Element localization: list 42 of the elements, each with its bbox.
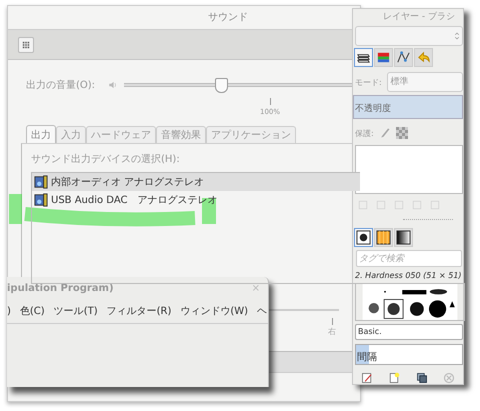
search-field[interactable]: タグで検索	[356, 250, 462, 267]
dock-tab[interactable]	[394, 48, 413, 68]
speaker-icon	[108, 80, 118, 90]
dock-tab[interactable]	[394, 228, 413, 248]
menu-item[interactable]: 色(C)	[20, 304, 45, 318]
window-title: レイヤー - ブラシ	[382, 10, 456, 24]
menu-item[interactable]: ツール(T)	[54, 304, 98, 318]
speaker-card-icon	[34, 193, 48, 207]
brush-grid-drawing[interactable]	[355, 282, 465, 322]
mode-label: モード:	[355, 76, 382, 88]
opacity-slider[interactable]: 不透明度	[353, 95, 463, 120]
duplicate-icon[interactable]	[416, 372, 428, 384]
dock-tab[interactable]	[354, 48, 373, 68]
path-icon	[396, 50, 411, 66]
undo-arrow-icon	[416, 50, 431, 66]
brush-name: 2. Hardness 050 (51 × 51)	[355, 270, 463, 280]
grid-icon	[22, 40, 30, 48]
apps-button[interactable]	[18, 36, 34, 52]
menu-item[interactable]: フィルター(R)	[106, 304, 172, 318]
section-label: サウンド出力デバイスの選択(H):	[31, 152, 181, 166]
new-document-icon[interactable]	[388, 372, 400, 384]
brush-icon[interactable]	[378, 127, 391, 140]
device-row[interactable]: 内部オーディオ アナログステレオ	[32, 173, 360, 191]
slider-thumb[interactable]	[214, 78, 228, 93]
window-title: ipulation Program)	[7, 282, 114, 294]
speaker-card-icon	[34, 175, 48, 189]
tag-field[interactable]: Basic.	[355, 324, 463, 340]
menu-item[interactable]: ウィンドウ(W)	[180, 304, 248, 318]
tick-label: 右	[328, 326, 336, 337]
dock-tab[interactable]	[354, 228, 373, 248]
pattern-icon	[376, 230, 391, 246]
dock-tab[interactable]	[374, 228, 393, 248]
checker-icon[interactable]	[396, 127, 408, 140]
edit-icon[interactable]	[360, 372, 373, 384]
resize-grip[interactable]	[403, 219, 453, 222]
menu-item[interactable]: ヘ	[257, 304, 268, 318]
volume-label: 出力の音量(O):	[26, 78, 96, 92]
spacing-slider[interactable]: 間隔	[355, 344, 463, 366]
menu-item[interactable]: )	[7, 306, 11, 316]
gradient-icon	[396, 230, 411, 246]
delete-icon[interactable]	[443, 372, 456, 384]
lock-label: 保護:	[355, 128, 374, 139]
